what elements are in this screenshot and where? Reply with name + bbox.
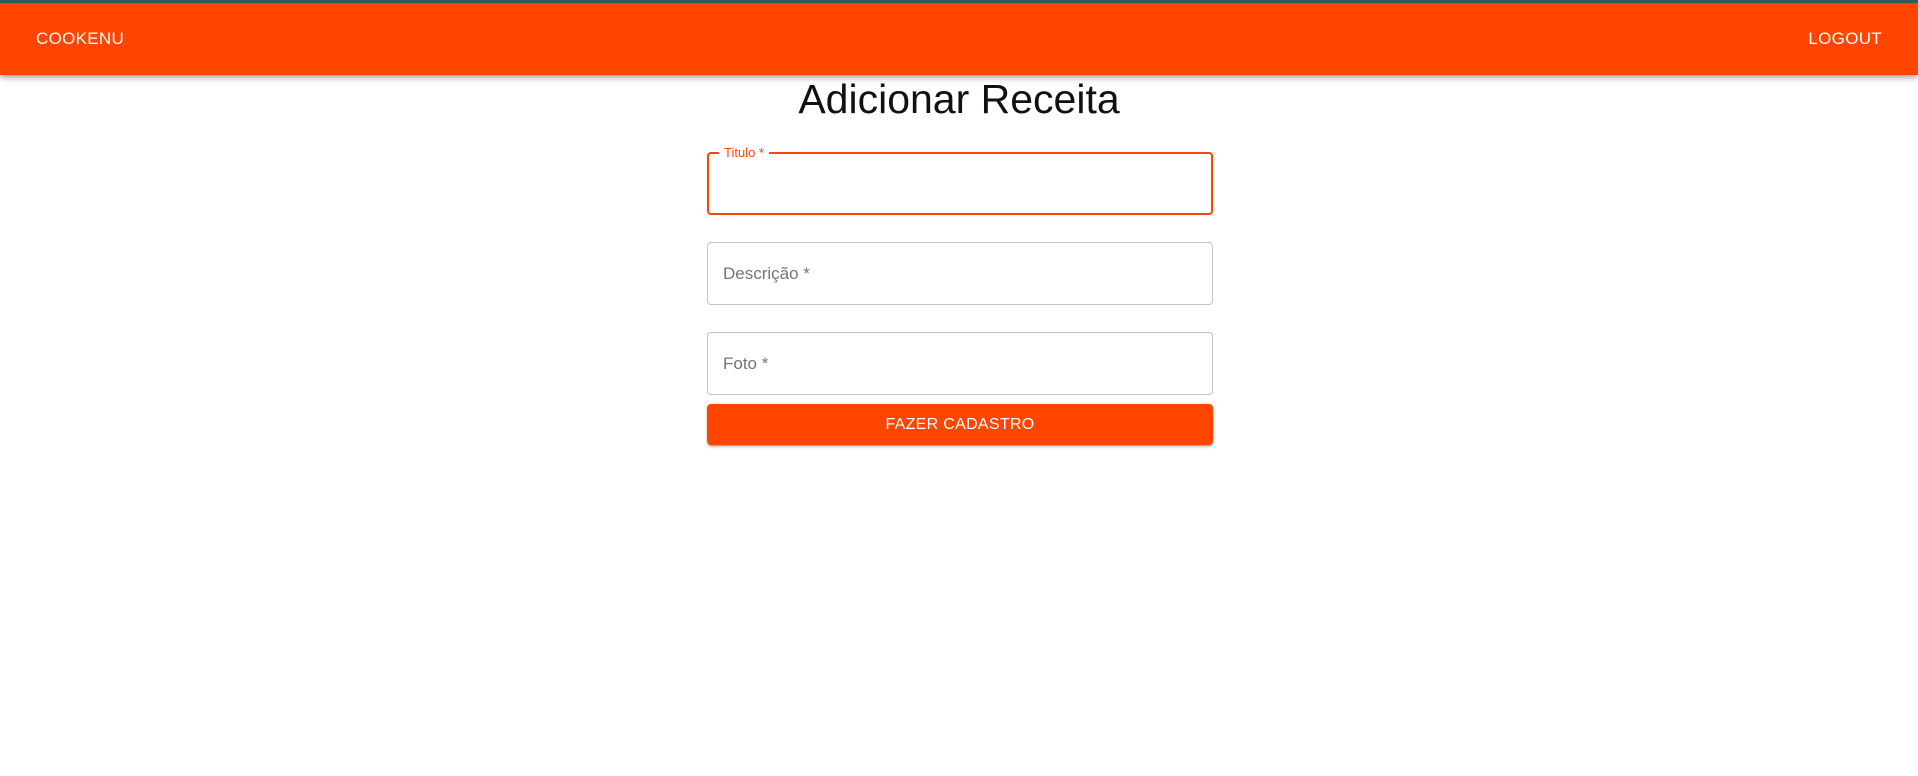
photo-input[interactable] [708, 333, 1212, 394]
title-field[interactable]: Titulo * [707, 145, 1213, 215]
submit-button[interactable]: FAZER CADASTRO [707, 404, 1213, 445]
description-input[interactable] [708, 243, 1212, 304]
title-input[interactable] [709, 154, 1211, 213]
description-field[interactable]: Descrição * [707, 242, 1213, 305]
logout-button[interactable]: LOGOUT [1796, 21, 1894, 57]
add-recipe-form: Titulo * Descrição * Foto * FAZER CADAST… [707, 145, 1213, 445]
photo-field[interactable]: Foto * [707, 332, 1213, 395]
page-title: Adicionar Receita [798, 76, 1120, 122]
app-bar: COOKENU LOGOUT [0, 3, 1918, 75]
home-button[interactable]: COOKENU [24, 21, 136, 57]
